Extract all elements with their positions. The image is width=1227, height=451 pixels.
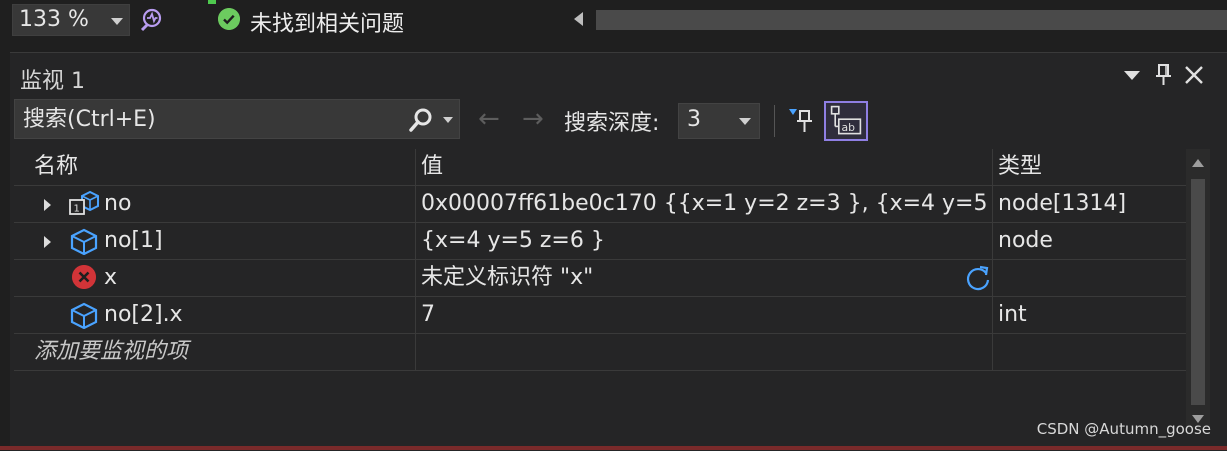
svg-text:1: 1 bbox=[74, 204, 80, 215]
watch-name[interactable]: no bbox=[104, 186, 131, 222]
bottom-border bbox=[0, 446, 1227, 450]
pin-icon[interactable] bbox=[1150, 61, 1178, 89]
search-icon[interactable] bbox=[407, 106, 435, 134]
watch-type: node[1314] bbox=[992, 186, 1186, 223]
code-health-icon[interactable] bbox=[138, 6, 164, 34]
editor-status-bar: 133 % 未找到相关问题 bbox=[0, 0, 1227, 40]
chevron-down-icon[interactable] bbox=[443, 117, 453, 123]
watch-window: 监视 1 ← → 搜索深度: 3 bbox=[10, 52, 1227, 451]
watch-name-cell: 1 no bbox=[14, 186, 414, 223]
chevron-down-icon[interactable] bbox=[739, 118, 751, 125]
window-menu-button[interactable] bbox=[1118, 61, 1146, 89]
array-object-icon: 1 bbox=[69, 190, 99, 215]
pin-source-icon[interactable] bbox=[786, 105, 820, 137]
zoom-value: 133 % bbox=[19, 7, 89, 32]
search-previous-button[interactable]: ← bbox=[478, 106, 500, 132]
scrollbar-thumb[interactable] bbox=[1191, 179, 1205, 405]
add-watch-row[interactable]: 添加要监视的项 bbox=[14, 334, 1186, 371]
search-depth-label: 搜索深度: bbox=[564, 111, 660, 136]
scroll-left-icon[interactable] bbox=[574, 12, 583, 26]
watch-row[interactable]: no[1] {x=4 y=5 z=6 } node bbox=[14, 223, 1186, 260]
watch-value[interactable]: {x=4 y=5 z=6 } bbox=[415, 223, 992, 260]
column-header-name[interactable]: 名称 bbox=[14, 149, 414, 186]
watch-grid: 名称 值 类型 1 no 0x00007ff61be0c170 {{x=1 y=… bbox=[14, 149, 1186, 371]
search-input[interactable] bbox=[15, 100, 395, 138]
watch-type: int bbox=[992, 297, 1186, 334]
watch-row[interactable]: x 未定义标识符 "x" bbox=[14, 260, 1186, 297]
hexadecimal-display-icon[interactable]: ab bbox=[824, 101, 868, 141]
search-box[interactable] bbox=[14, 99, 460, 139]
search-next-button[interactable]: → bbox=[522, 106, 544, 132]
issues-status-text[interactable]: 未找到相关问题 bbox=[250, 6, 404, 38]
search-depth-value: 3 bbox=[687, 107, 701, 132]
error-icon bbox=[72, 265, 96, 289]
close-icon[interactable] bbox=[1180, 61, 1208, 89]
watch-row[interactable]: no[2].x 7 int bbox=[14, 297, 1186, 334]
chevron-down-icon[interactable] bbox=[111, 18, 123, 25]
empty-type-cell bbox=[992, 334, 1186, 371]
watch-type: node bbox=[992, 223, 1186, 260]
add-watch-item[interactable]: 添加要监视的项 bbox=[34, 334, 434, 371]
change-marker bbox=[208, 0, 216, 4]
watch-toolbar: ← → 搜索深度: 3 ab bbox=[10, 97, 1227, 145]
object-icon bbox=[70, 302, 98, 329]
watch-name[interactable]: no[2].x bbox=[104, 297, 183, 333]
watch-name-cell: no[1] bbox=[14, 223, 414, 260]
watch-name[interactable]: x bbox=[104, 260, 117, 296]
column-header-type[interactable]: 类型 bbox=[992, 149, 1186, 186]
refresh-icon[interactable] bbox=[964, 264, 992, 292]
watch-value-cell: 未定义标识符 "x" bbox=[415, 260, 992, 297]
column-header-value[interactable]: 值 bbox=[415, 149, 992, 186]
watermark: CSDN @Autumn_goose bbox=[1036, 420, 1211, 438]
scroll-up-icon[interactable] bbox=[1192, 159, 1204, 167]
check-circle-icon bbox=[218, 8, 240, 30]
horizontal-scrollbar[interactable] bbox=[596, 10, 1227, 30]
expand-icon[interactable] bbox=[44, 199, 51, 211]
watch-name-cell: x bbox=[14, 260, 414, 297]
vertical-scrollbar[interactable] bbox=[1186, 149, 1210, 429]
svg-text:ab: ab bbox=[842, 121, 856, 134]
watch-value[interactable]: 7 bbox=[415, 297, 992, 334]
watch-type bbox=[992, 260, 1186, 297]
toolbar-separator bbox=[774, 105, 775, 137]
watch-name[interactable]: no[1] bbox=[104, 223, 163, 259]
grid-header-row: 名称 值 类型 bbox=[14, 149, 1186, 186]
empty-value-cell bbox=[415, 334, 992, 371]
expand-icon[interactable] bbox=[44, 236, 51, 248]
search-depth-select[interactable]: 3 bbox=[678, 103, 760, 139]
watch-row[interactable]: 1 no 0x00007ff61be0c170 {{x=1 y=2 z=3 },… bbox=[14, 186, 1186, 223]
object-icon bbox=[70, 228, 98, 255]
watch-value[interactable]: 未定义标识符 "x" bbox=[421, 265, 593, 290]
watch-name-cell: no[2].x bbox=[14, 297, 414, 334]
watch-value[interactable]: 0x00007ff61be0c170 {{x=1 y=2 z=3 }, {x=4… bbox=[415, 186, 992, 223]
panel-title: 监视 1 bbox=[20, 69, 85, 94]
zoom-select[interactable]: 133 % bbox=[12, 4, 130, 36]
